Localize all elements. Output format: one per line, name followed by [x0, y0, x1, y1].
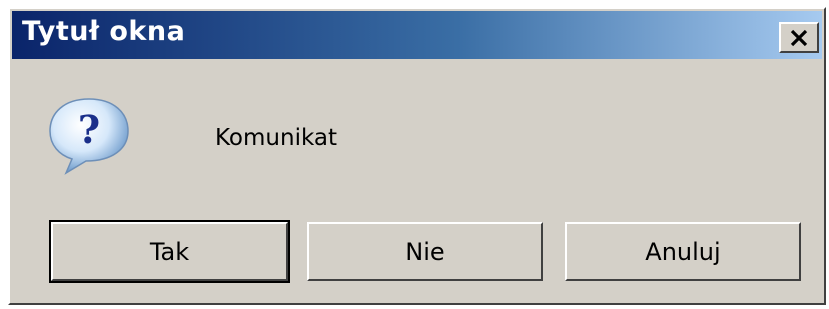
window-title: Tytuł okna [22, 16, 186, 47]
title-bar[interactable]: Tytuł okna [12, 11, 822, 59]
dialog-message: Komunikat [215, 125, 337, 151]
question-icon: ? [44, 95, 134, 177]
no-button[interactable]: Nie [307, 222, 543, 281]
cancel-button[interactable]: Anuluj [565, 222, 801, 281]
svg-text:?: ? [78, 107, 100, 152]
dialog-window: Tytuł okna ? Komunikat Tak Nie Anuluj [8, 7, 826, 305]
close-icon [789, 29, 809, 47]
yes-button[interactable]: Tak [49, 220, 290, 283]
close-button[interactable] [779, 22, 819, 53]
